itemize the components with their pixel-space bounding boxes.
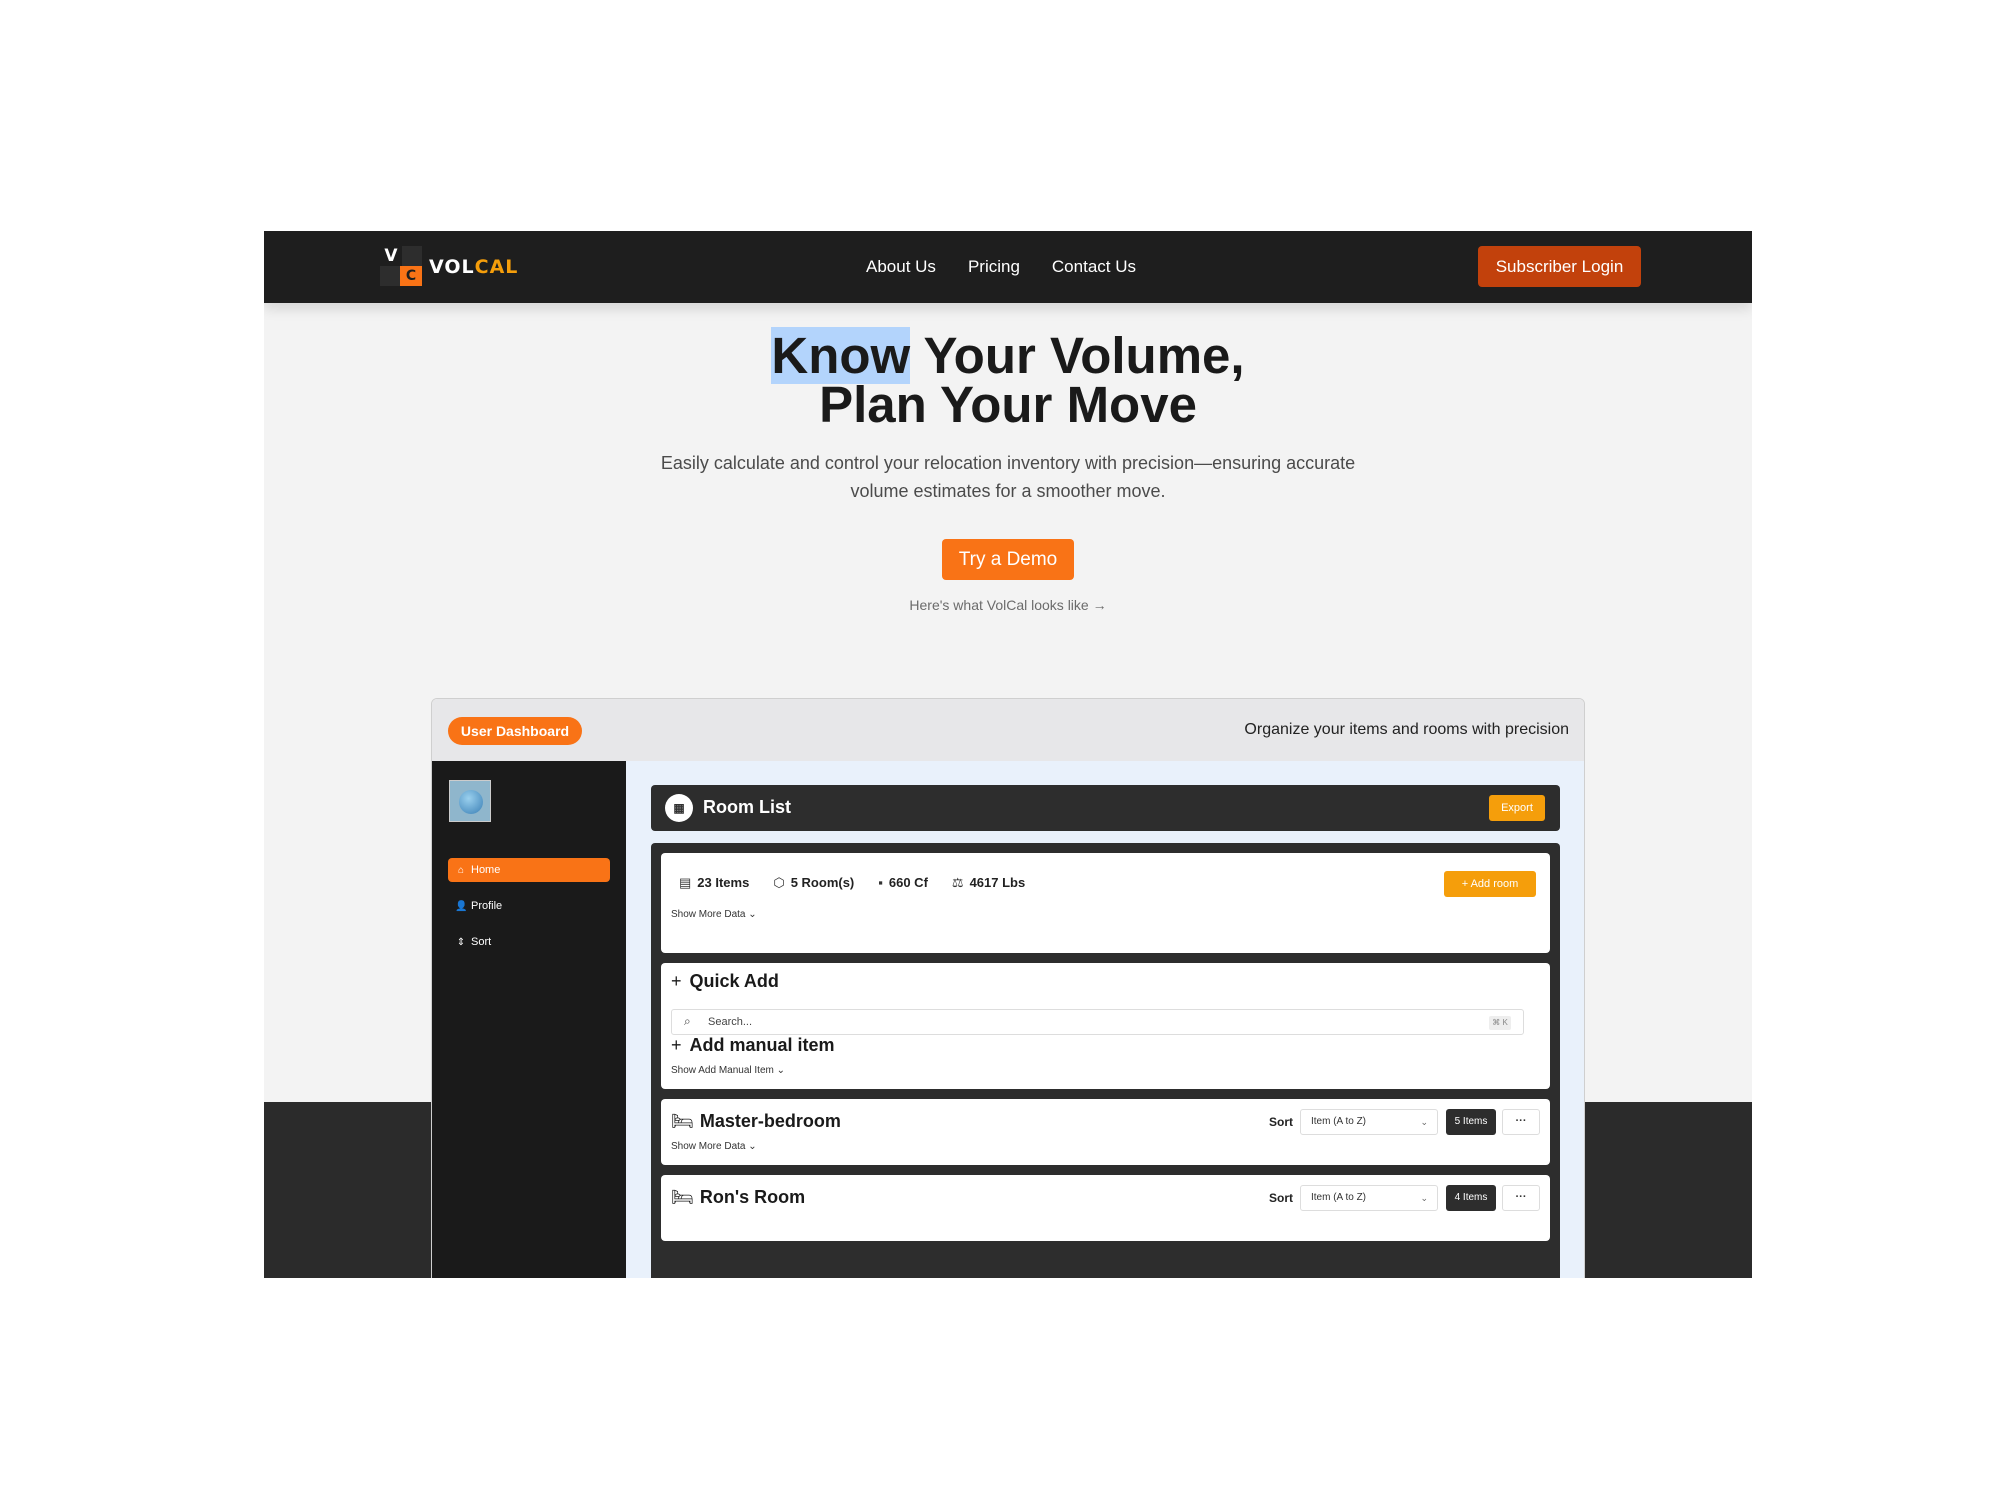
home-icon: ⌂ <box>457 865 465 876</box>
summary-stats: ▤ 23 Items ⬡ 5 Room(s) ▪ 660 Cf ⚖ 4617 Lbs <box>679 875 1025 891</box>
dashboard-tagline: Organize your items and rooms with preci… <box>1244 721 1569 738</box>
sidebar-item-label: Sort <box>471 936 492 948</box>
nav-link-about[interactable]: About Us <box>866 257 936 277</box>
sidebar-item-label: Home <box>471 864 501 876</box>
room-list-panel: ▤ 23 Items ⬡ 5 Room(s) ▪ 660 Cf ⚖ 4617 Lbs +… <box>651 843 1560 1278</box>
nav-links: About Us Pricing Contact Us <box>866 257 1136 277</box>
sidebar-item-profile[interactable]: 👤 Profile <box>448 894 610 918</box>
sort-icon: ⇕ <box>456 937 466 948</box>
logo-dark-block <box>380 266 400 286</box>
user-icon: 👤 <box>455 901 468 912</box>
scale-icon: ⚖ <box>951 875 964 890</box>
stat-rooms: ⬡ 5 Room(s) <box>773 875 854 891</box>
sidebar-item-sort[interactable]: ⇕ Sort <box>448 930 610 954</box>
sort-label: Sort <box>1269 1191 1293 1205</box>
stat-rooms-value: 5 Room(s) <box>790 875 855 890</box>
nav-link-contact[interactable]: Contact Us <box>1052 257 1136 277</box>
top-navbar: V C VOLCAL About Us Pricing Contact Us S… <box>264 231 1752 303</box>
room-title: 🛏 Master-bedroom <box>671 1111 841 1132</box>
user-dashboard-pill: User Dashboard <box>448 717 582 745</box>
stat-items-value: 23 Items <box>697 875 750 890</box>
dashboard-main: ▦ Room List Export ▤ 23 Items ⬡ 5 Room(s) … <box>626 761 1584 1278</box>
search-input[interactable]: ⌕ Search... ⌘ K <box>671 1009 1524 1035</box>
room-list-header: ▦ Room List Export <box>651 785 1560 831</box>
clipboard-icon: ▤ <box>679 875 692 890</box>
globe-icon <box>459 790 483 814</box>
box-icon: ⬡ <box>773 875 785 890</box>
room-title: 🛏 Ron's Room <box>671 1187 805 1208</box>
stat-lbs: ⚖ 4617 Lbs <box>952 875 1025 891</box>
logo-v-block: V <box>380 246 402 266</box>
plus-icon: + <box>671 971 682 991</box>
room-name: Ron's Room <box>699 1187 806 1207</box>
add-manual-item-label: Add manual item <box>689 1035 835 1055</box>
dashboard-preview: User Dashboard Organize your items and r… <box>431 698 1585 1278</box>
bed-icon: 🛏 <box>671 1187 694 1207</box>
quick-add-label: Quick Add <box>689 971 779 991</box>
logo-word-cal: CAL <box>474 256 519 278</box>
show-add-manual-item-toggle[interactable]: Show Add Manual Item ⌄ <box>671 1065 785 1076</box>
hero-title-line2: Plan Your Move <box>819 376 1197 433</box>
stat-cf-value: 660 Cf <box>888 875 928 890</box>
summary-card: ▤ 23 Items ⬡ 5 Room(s) ▪ 660 Cf ⚖ 4617 Lbs +… <box>661 853 1550 953</box>
plus-icon: + <box>671 1035 682 1055</box>
quick-add-card: + Quick Add ⌕ Search... ⌘ K + Add manual i… <box>661 963 1550 1089</box>
logo-dark-block <box>402 246 422 266</box>
dashboard-header: User Dashboard Organize your items and r… <box>432 699 1584 761</box>
sort-select-value: Item (A to Z) <box>1311 1192 1367 1203</box>
bed-icon: 🛏 <box>671 1111 694 1131</box>
sort-select[interactable]: Item (A to Z) ⌄ <box>1300 1185 1438 1211</box>
hero-subtitle: Easily calculate and control your reloca… <box>660 453 1356 501</box>
page-frame: V C VOLCAL About Us Pricing Contact Us S… <box>264 231 1752 1278</box>
show-more-data-toggle[interactable]: Show More Data ⌄ <box>671 1141 757 1152</box>
shortcut-hint: ⌘ K <box>1489 1016 1511 1030</box>
sidebar-item-label: Profile <box>471 900 503 912</box>
more-options-button[interactable]: ··· <box>1502 1185 1540 1211</box>
avatar[interactable] <box>449 780 491 822</box>
sort-select[interactable]: Item (A to Z) ⌄ <box>1300 1109 1438 1135</box>
room-card-master-bedroom: 🛏 Master-bedroom Sort Item (A to Z) ⌄ 5 It… <box>661 1099 1550 1165</box>
try-demo-button[interactable]: Try a Demo <box>942 539 1074 580</box>
search-placeholder: Search... <box>708 1016 753 1028</box>
stat-lbs-value: 4617 Lbs <box>969 875 1026 890</box>
nav-link-pricing[interactable]: Pricing <box>968 257 1020 277</box>
add-room-button[interactable]: + Add room <box>1444 871 1536 897</box>
room-list-icon: ▦ <box>665 794 693 822</box>
stat-items: ▤ 23 Items <box>679 875 749 891</box>
logo-wordmark: VOLCAL <box>429 256 518 278</box>
search-icon: ⌕ <box>684 1014 691 1028</box>
chevron-down-icon: ⌄ <box>1420 1117 1428 1127</box>
export-button[interactable]: Export <box>1489 795 1545 821</box>
logo-word-vol: VOL <box>429 256 475 278</box>
dashboard-sidebar: ⌂ Home 👤 Profile ⇕ Sort <box>432 761 626 1278</box>
more-options-button[interactable]: ··· <box>1502 1109 1540 1135</box>
chevron-down-icon: ⌄ <box>1420 1193 1428 1203</box>
hero-title: Know Your Volume, Plan Your Move <box>264 327 1752 430</box>
room-name: Master-bedroom <box>699 1111 841 1131</box>
sort-select-value: Item (A to Z) <box>1311 1116 1367 1127</box>
room-card-rons-room: 🛏 Ron's Room Sort Item (A to Z) ⌄ 4 Items … <box>661 1175 1550 1241</box>
item-count-badge[interactable]: 5 Items <box>1446 1109 1496 1135</box>
item-count-badge[interactable]: 4 Items <box>1446 1185 1496 1211</box>
sidebar-item-home[interactable]: ⌂ Home <box>448 858 610 882</box>
add-manual-item-title[interactable]: + Add manual item <box>671 1035 835 1056</box>
preview-hint[interactable]: Here's what VolCal looks like → <box>264 597 1752 613</box>
sort-label: Sort <box>1269 1115 1293 1129</box>
subscriber-login-button[interactable]: Subscriber Login <box>1478 246 1641 287</box>
quick-add-title: + Quick Add <box>671 971 779 992</box>
volcal-logo[interactable]: V C VOLCAL <box>380 246 530 288</box>
show-more-data-toggle[interactable]: Show More Data ⌄ <box>671 909 757 920</box>
stat-cf: ▪ 660 Cf <box>878 875 928 891</box>
logo-c-block: C <box>400 266 422 286</box>
cube-icon: ▪ <box>878 875 883 890</box>
room-list-title: Room List <box>703 797 791 817</box>
